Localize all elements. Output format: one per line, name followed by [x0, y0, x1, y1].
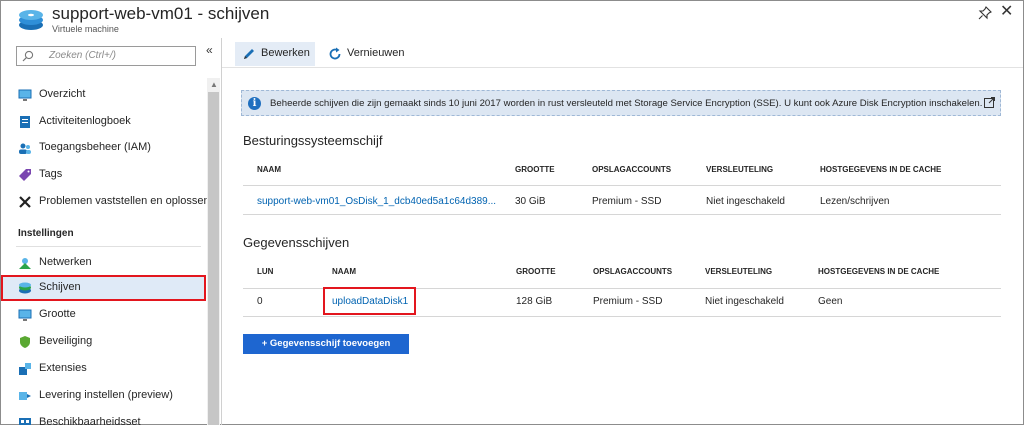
- sidebar-item-activity-log[interactable]: Activiteitenlogboek: [1, 109, 206, 135]
- availability-icon: [19, 418, 31, 425]
- network-icon: [19, 258, 31, 269]
- sidebar-item-label: Overzicht: [39, 88, 86, 100]
- sidebar-item-label: Problemen vaststellen en oplossen: [39, 195, 210, 207]
- refresh-icon: [329, 47, 341, 60]
- sidebar-item-label: Beveiliging: [39, 335, 93, 347]
- os-disk-host-cache: Lezen/schrijven: [820, 196, 890, 207]
- disk-icon: [19, 282, 31, 294]
- page-title: support-web-vm01 - schijven: [52, 4, 270, 23]
- add-data-disk-button[interactable]: + Gegevensschijf toevoegen: [243, 334, 409, 354]
- pin-icon[interactable]: [978, 6, 992, 20]
- monitor-icon: [18, 89, 32, 101]
- table-divider: [243, 316, 1001, 317]
- sidebar-item-label: Extensies: [39, 362, 87, 374]
- scroll-up-arrow-icon[interactable]: ▲: [210, 80, 218, 89]
- sidebar-item-tags[interactable]: Tags: [1, 162, 206, 188]
- sidebar-item-label: Beschikbaarheidsset: [39, 416, 141, 425]
- delivery-icon: [19, 392, 31, 400]
- column-header: GROOTTE: [515, 165, 555, 174]
- os-disk-name-link[interactable]: support-web-vm01_OsDisk_1_dcb40ed5a1c64d…: [257, 196, 496, 207]
- blade-header: support-web-vm01 - schijven Virtuele mac…: [1, 1, 1023, 37]
- os-disk-section-title: Besturingssysteemschijf: [243, 133, 383, 148]
- data-disk-host-cache: Geen: [818, 296, 843, 307]
- monitor-size-icon: [18, 309, 32, 321]
- sidebar-item-overview[interactable]: Overzicht: [1, 82, 206, 108]
- data-disk-name-link[interactable]: uploadDataDisk1: [332, 296, 408, 307]
- portal-blade: support-web-vm01 - schijven Virtuele mac…: [0, 0, 1024, 425]
- resource-menu: Zoeken (Ctrl+/) « Overzicht Activiteiten…: [1, 38, 221, 425]
- column-header: OPSLAGACCOUNTS: [592, 165, 672, 174]
- external-link-icon[interactable]: [984, 97, 995, 108]
- sidebar-item-iam[interactable]: Toegangsbeheer (IAM): [1, 135, 206, 161]
- sidebar-item-label: Netwerken: [39, 256, 92, 268]
- column-header: OPSLAGACCOUNTS: [593, 267, 673, 276]
- section-divider: [16, 246, 201, 247]
- table-divider: [243, 214, 1001, 215]
- sidebar-scrollbar[interactable]: ▲: [207, 78, 220, 425]
- sidebar-item-troubleshoot[interactable]: Problemen vaststellen en oplossen: [1, 189, 210, 215]
- sidebar-item-label: Tags: [39, 168, 63, 180]
- column-header: NAAM: [257, 165, 281, 174]
- data-disk-storage: Premium - SSD: [593, 296, 663, 307]
- sidebar-item-delivery[interactable]: Levering instellen (preview): [1, 383, 206, 409]
- info-banner: i Beheerde schijven die zijn gemaakt sin…: [241, 90, 1001, 116]
- sidebar-item-label: Schijven: [39, 281, 81, 293]
- main-content: Bewerken Vernieuwen i Beheerde schijven …: [222, 38, 1023, 425]
- tag-icon: [19, 169, 31, 181]
- sidebar-item-label: Toegangsbeheer (IAM): [39, 141, 151, 153]
- disk-stack-icon: [19, 10, 43, 30]
- column-header: VERSLEUTELING: [705, 267, 773, 276]
- info-text: Beheerde schijven die zijn gemaakt sinds…: [270, 98, 983, 109]
- info-icon: i: [248, 97, 261, 110]
- sidebar-item-extensions[interactable]: Extensies: [1, 356, 206, 382]
- column-header: GROOTTE: [516, 267, 556, 276]
- pencil-icon: [244, 49, 254, 59]
- settings-section-title: Instellingen: [18, 228, 74, 239]
- column-header: VERSLEUTELING: [706, 165, 774, 174]
- sidebar-item-disks[interactable]: Schijven: [1, 275, 206, 301]
- edit-button-label: Bewerken: [261, 47, 310, 59]
- command-bar: Bewerken Vernieuwen: [222, 38, 1023, 68]
- search-icon: [22, 50, 34, 62]
- os-disk-encryption: Niet ingeschakeld: [706, 196, 785, 207]
- sidebar-item-networking[interactable]: Netwerken: [1, 250, 206, 276]
- page-subtitle: Virtuele machine: [52, 24, 119, 34]
- column-header: HOSTGEGEVENS IN DE CACHE: [820, 165, 942, 174]
- scroll-thumb[interactable]: [208, 92, 219, 425]
- table-divider: [243, 185, 1001, 186]
- data-disk-encryption: Niet ingeschakeld: [705, 296, 784, 307]
- column-header: HOSTGEGEVENS IN DE CACHE: [818, 267, 940, 276]
- sidebar-item-security[interactable]: Beveiliging: [1, 329, 206, 355]
- edit-button[interactable]: Bewerken: [235, 42, 315, 66]
- tools-icon: [19, 196, 31, 208]
- data-disk-lun: 0: [257, 296, 263, 307]
- people-icon: [19, 143, 31, 154]
- close-icon[interactable]: ✕: [1000, 4, 1014, 20]
- os-disk-storage: Premium - SSD: [592, 196, 662, 207]
- sidebar-item-size[interactable]: Grootte: [1, 302, 206, 328]
- shield-icon: [20, 336, 30, 348]
- extensions-icon: [19, 363, 31, 375]
- sidebar-item-availability-set[interactable]: Beschikbaarheidsset: [1, 410, 206, 425]
- sidebar-item-label: Grootte: [39, 308, 76, 320]
- add-data-disk-label: + Gegevensschijf toevoegen: [261, 338, 391, 349]
- data-disk-size: 128 GiB: [516, 296, 553, 307]
- os-disk-size: 30 GiB: [515, 196, 546, 207]
- collapse-menu-button[interactable]: «: [206, 43, 213, 57]
- search-placeholder: Zoeken (Ctrl+/): [49, 50, 116, 61]
- data-disks-section-title: Gegevensschijven: [243, 235, 350, 250]
- refresh-button-label: Vernieuwen: [347, 47, 405, 59]
- column-header: LUN: [257, 267, 274, 276]
- column-header: NAAM: [332, 267, 356, 276]
- refresh-button[interactable]: Vernieuwen: [321, 42, 411, 66]
- search-input[interactable]: Zoeken (Ctrl+/): [16, 46, 196, 66]
- sidebar-item-label: Levering instellen (preview): [39, 389, 173, 401]
- log-icon: [20, 116, 30, 128]
- sidebar-item-label: Activiteitenlogboek: [39, 115, 131, 127]
